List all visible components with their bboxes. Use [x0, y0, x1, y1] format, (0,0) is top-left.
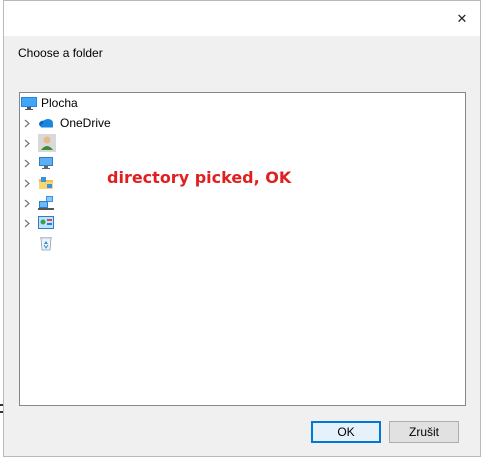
- chevron-right-icon[interactable]: [22, 177, 32, 189]
- tree-item-label: Plocha: [41, 96, 78, 110]
- control-panel-icon: [38, 216, 54, 229]
- this-pc-icon: [39, 157, 53, 169]
- tree-item-label: OneDrive: [60, 116, 111, 130]
- folder-tree[interactable]: Plocha OneDrive: [19, 92, 466, 406]
- title-bar: ✕: [4, 1, 480, 36]
- tree-item-onedrive[interactable]: OneDrive: [20, 113, 465, 133]
- chevron-right-icon[interactable]: [22, 117, 32, 129]
- tree-item-control-panel[interactable]: [20, 213, 465, 233]
- chevron-right-icon[interactable]: [22, 197, 32, 209]
- ok-button[interactable]: OK: [311, 421, 381, 443]
- chevron-right-icon[interactable]: [22, 217, 32, 229]
- desktop-icon: [21, 97, 37, 110]
- tree-item-desktop[interactable]: Plocha: [20, 93, 465, 113]
- close-icon: ✕: [456, 11, 468, 26]
- chevron-right-icon[interactable]: [22, 137, 32, 149]
- network-icon: [38, 196, 54, 210]
- user-folder-icon: [38, 134, 56, 152]
- onedrive-cloud-icon: [39, 119, 53, 128]
- dialog-prompt: Choose a folder: [18, 46, 103, 60]
- chevron-right-icon[interactable]: [22, 157, 32, 169]
- folder-picker-dialog: ✕ Choose a folder Plocha OneDrive OK Zru…: [3, 0, 481, 457]
- libraries-icon: [39, 177, 53, 189]
- tree-item-recycle-bin[interactable]: [20, 233, 465, 253]
- tree-item-user[interactable]: [20, 133, 465, 153]
- close-button[interactable]: ✕: [452, 9, 472, 29]
- tree-item-network[interactable]: [20, 193, 465, 213]
- status-overlay-text: directory picked, OK: [107, 168, 292, 187]
- cancel-button[interactable]: Zrušit: [389, 421, 459, 443]
- recycle-bin-icon: [40, 237, 52, 251]
